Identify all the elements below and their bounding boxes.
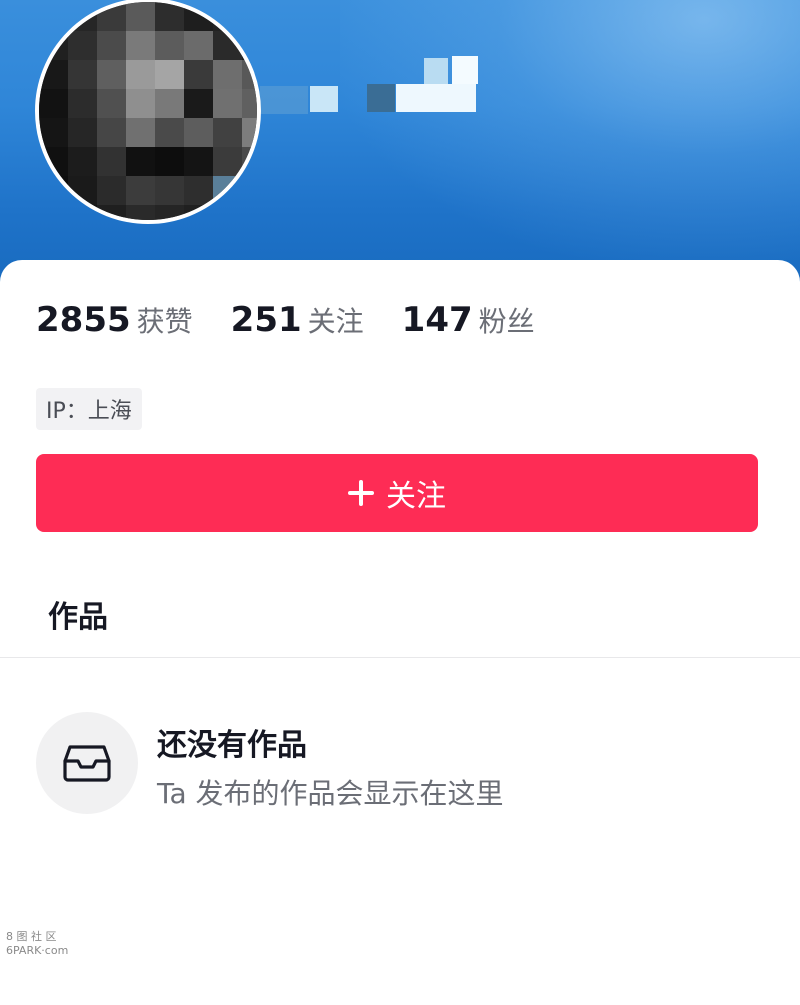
stat-followers-value: 147: [401, 300, 473, 340]
follow-button-label: 关注: [386, 479, 446, 514]
stat-likes[interactable]: 2855 获赞: [36, 300, 193, 340]
watermark-line-1: 8 图 社 区: [6, 930, 57, 943]
ip-location-tag: IP：上海: [36, 388, 142, 430]
censored-name-block-2: [367, 84, 395, 112]
stat-followers[interactable]: 147 粉丝: [402, 300, 535, 340]
stat-likes-value: 2855: [36, 300, 131, 340]
avatar[interactable]: [35, 0, 261, 224]
follow-button[interactable]: 关注: [36, 454, 758, 532]
empty-state-icon-circle: [36, 712, 138, 814]
censored-name-block-6: [260, 86, 308, 114]
empty-state-description: Ta 发布的作品会显示在这里: [157, 777, 504, 810]
censored-name-block-1: [310, 86, 338, 112]
tab-works[interactable]: 作品: [48, 592, 108, 636]
profile-stats: 2855 获赞 251 关注 147 粉丝: [36, 292, 573, 348]
stat-likes-label: 获赞: [136, 305, 193, 338]
profile-content-card: [0, 260, 800, 1005]
plus-icon: [348, 480, 374, 506]
watermark-line-2: 6PARK·com: [6, 944, 69, 957]
stat-following-value: 251: [230, 300, 302, 340]
stat-following[interactable]: 251 关注: [231, 300, 364, 340]
banner-glow: [340, 0, 800, 260]
stat-followers-label: 粉丝: [478, 305, 535, 338]
censored-name-block-4: [424, 58, 448, 84]
inbox-tray-icon: [63, 745, 111, 782]
stat-following-label: 关注: [307, 305, 364, 338]
empty-state-title: 还没有作品: [157, 728, 307, 763]
censored-name-block-3: [396, 84, 476, 112]
censored-name-block-5: [452, 56, 478, 84]
tab-divider: [0, 657, 800, 658]
watermark: 8 图 社 区 6PARK·com: [6, 930, 72, 958]
